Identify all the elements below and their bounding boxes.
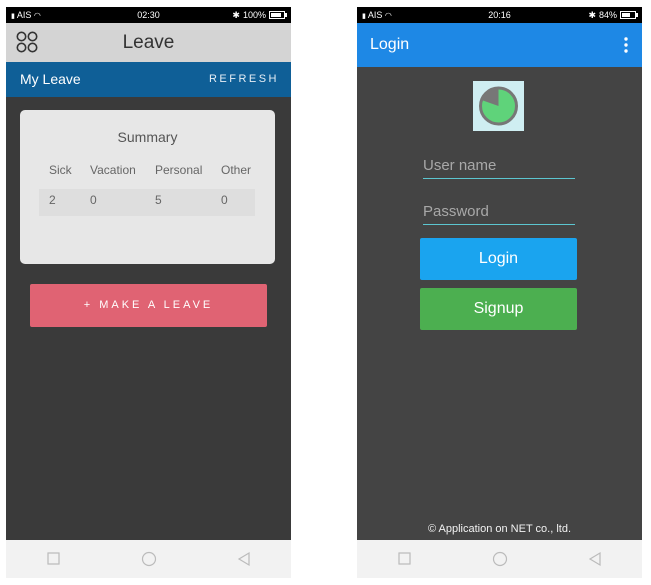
app-header: Leave bbox=[6, 23, 291, 62]
login-button[interactable]: Login bbox=[420, 238, 577, 280]
battery-icon bbox=[269, 11, 287, 19]
page-title: Leave bbox=[122, 32, 175, 53]
battery-icon bbox=[620, 11, 638, 19]
circle-icon bbox=[141, 551, 156, 567]
login-screen: ▮ AIS ◠ 20:16 ✱ 84% Login Login Signup ©… bbox=[357, 7, 642, 578]
status-bar: ▮ AIS ◠ 20:16 ✱ 84% bbox=[357, 7, 642, 23]
password-input[interactable] bbox=[423, 200, 575, 222]
value-sick: 2 bbox=[49, 193, 56, 207]
leave-screen: ▮ AIS ◠ 02:30 ✱ 100% Leave My Leave REFR… bbox=[6, 7, 291, 578]
refresh-button[interactable]: REFRESH bbox=[209, 62, 279, 97]
square-icon bbox=[46, 552, 60, 565]
recent-apps-button[interactable] bbox=[390, 544, 420, 574]
value-other: 0 bbox=[221, 193, 228, 207]
summary-card: Summary Sick Vacation Personal Other 2 0… bbox=[20, 110, 275, 264]
password-field bbox=[423, 200, 575, 225]
app-logo bbox=[473, 81, 524, 131]
square-icon bbox=[397, 552, 411, 565]
column-header-personal: Personal bbox=[155, 163, 203, 177]
bluetooth-icon: ✱ bbox=[588, 10, 596, 20]
home-button[interactable] bbox=[485, 544, 515, 574]
value-vacation: 0 bbox=[90, 193, 97, 207]
back-button[interactable] bbox=[580, 544, 610, 574]
tab-my-leave[interactable]: My Leave bbox=[20, 62, 81, 97]
back-triangle-icon bbox=[588, 551, 601, 567]
system-nav-bar bbox=[357, 540, 642, 578]
column-header-other: Other bbox=[221, 163, 252, 177]
status-bar: ▮ AIS ◠ 02:30 ✱ 100% bbox=[6, 7, 291, 23]
battery-percent: 84% bbox=[598, 10, 617, 20]
make-leave-button[interactable]: + MAKE A LEAVE bbox=[30, 284, 267, 327]
more-vert-icon[interactable] bbox=[622, 36, 630, 54]
page-title: Login bbox=[370, 36, 410, 53]
value-personal: 5 bbox=[155, 193, 162, 207]
username-input[interactable] bbox=[423, 154, 575, 176]
summary-title: Summary bbox=[117, 129, 178, 145]
circle-icon bbox=[492, 551, 507, 567]
bluetooth-icon: ✱ bbox=[232, 10, 240, 20]
back-triangle-icon bbox=[237, 551, 250, 567]
tab-bar: My Leave REFRESH bbox=[6, 62, 291, 97]
home-button[interactable] bbox=[134, 544, 164, 574]
system-nav-bar bbox=[6, 540, 291, 578]
copyright-footer: © Application on NET co., ltd. bbox=[427, 523, 572, 535]
column-header-sick: Sick bbox=[49, 163, 72, 177]
recent-apps-button[interactable] bbox=[39, 544, 69, 574]
pie-logo-icon bbox=[479, 86, 518, 126]
username-field bbox=[423, 154, 575, 179]
back-button[interactable] bbox=[229, 544, 259, 574]
battery-percent: 100% bbox=[242, 10, 266, 20]
signup-button[interactable]: Signup bbox=[420, 288, 577, 330]
column-header-vacation: Vacation bbox=[90, 163, 136, 177]
app-header: Login bbox=[357, 23, 642, 67]
